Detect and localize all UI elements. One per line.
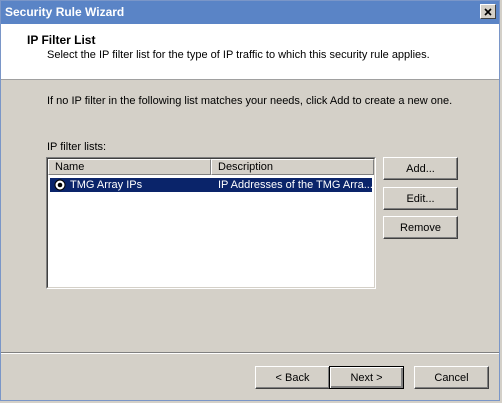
next-button[interactable]: Next > [329,366,404,389]
cancel-button[interactable]: Cancel [414,366,489,389]
window-title: Security Rule Wizard [5,5,125,19]
close-icon [484,7,492,16]
row-name-cell: TMG Array IPs [70,179,143,191]
page-subtitle: Select the IP filter list for the type o… [47,49,430,61]
row-description-cell: IP Addresses of the TMG Arra... [218,179,373,191]
edit-button[interactable]: Edit... [383,187,458,210]
instruction-text: If no IP filter in the following list ma… [47,95,453,107]
title-bar[interactable]: Security Rule Wizard [1,1,499,24]
close-button[interactable] [480,4,496,19]
ip-filter-listview[interactable]: Name Description TMG Array IPs IP Addres… [46,157,376,289]
page-title: IP Filter List [27,33,96,47]
column-header-description[interactable]: Description [211,159,374,175]
footer-separator [1,352,499,354]
add-button[interactable]: Add... [383,157,458,180]
radio-selected-icon[interactable] [54,179,66,191]
back-button[interactable]: < Back [255,366,330,389]
remove-button[interactable]: Remove [383,216,458,239]
column-header-name[interactable]: Name [48,159,211,175]
filter-list-row[interactable]: TMG Array IPs IP Addresses of the TMG Ar… [50,178,373,192]
wizard-header: IP Filter List Select the IP filter list… [1,24,499,80]
ip-filter-lists-label: IP filter lists: [47,141,107,153]
listview-frame: Name Description TMG Array IPs IP Addres… [47,158,375,288]
security-rule-wizard-window: Security Rule Wizard IP Filter List Sele… [0,0,500,401]
